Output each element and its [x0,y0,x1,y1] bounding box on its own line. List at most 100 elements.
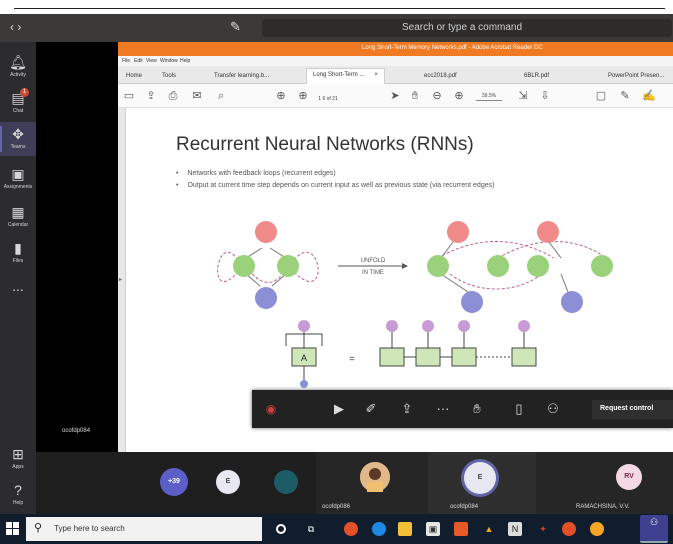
edge-icon[interactable] [372,522,386,536]
tab-long-short-term[interactable]: Long Short-Term ... × [306,68,385,84]
acrobat-side-panel-toggle[interactable]: ▸ [118,108,126,452]
select-cursor-icon[interactable]: ➤ [388,89,402,103]
participant-avatar[interactable]: E [216,470,240,494]
close-icon[interactable]: × [374,72,378,78]
apps-icon: ⊞ [12,446,24,462]
sign-icon[interactable]: ✍ [642,89,656,103]
tab-powerpoint[interactable]: PowerPoint Presen... [602,70,670,84]
menu-file[interactable]: File [122,58,130,64]
participant-tile[interactable]: ocofdp086 [316,452,428,514]
rail-item-apps[interactable]: ⊞ Apps [0,442,36,476]
page-down-icon[interactable]: ⊕ [296,89,310,103]
zoom-in-icon[interactable]: ⊕ [452,89,466,103]
comment-icon[interactable]: ▢ [594,89,608,103]
rail-item-teams[interactable]: ✥ Teams [0,122,36,156]
firefox-icon[interactable] [590,522,604,536]
menu-edit[interactable]: Edit [134,58,143,64]
teams-taskbar-icon[interactable]: ⚇ [640,515,668,543]
file-explorer-icon[interactable] [398,522,412,536]
highlight-icon[interactable]: ✎ [618,89,632,103]
participant-name: ocofdp086 [322,504,351,510]
zoom-level-select[interactable]: 39.5% [476,92,502,101]
participant-avatar[interactable] [274,470,298,494]
chat-icon[interactable]: ▯ [508,399,530,419]
output-node [386,320,398,332]
command-search-text: Search or type a command [402,22,523,33]
tab-transfer-learning[interactable]: Transfer learning.b... [208,70,275,84]
bell-icon: 🔔︎ [9,54,27,70]
store-icon[interactable]: ▣ [426,522,440,536]
upload-icon[interactable]: ⇪ [144,89,158,103]
word-pad-icon[interactable]: N [508,522,522,536]
rnn-chain: A = [285,320,537,388]
output-node [255,221,277,243]
acrobat-icon[interactable] [562,522,576,536]
zoom-out-icon[interactable]: ⊖ [430,89,444,103]
taskbar-search-placeholder: Type here to search [54,524,125,533]
participants-icon[interactable]: ⚇ [542,399,564,419]
acrobat-title: Long Short-Term Memory Networks.pdf - Ad… [362,45,543,51]
hidden-node [591,255,613,277]
zoom-search-icon[interactable]: ⌕ [214,89,228,103]
tab-6blr[interactable]: 6BLR.pdf [518,70,555,84]
participant-name: RAMACHSINA, V.V. [576,504,630,510]
tab-home[interactable]: Home [120,70,148,84]
email-icon[interactable]: ✉ [190,89,204,103]
rail-item-assignments[interactable]: ▣ Assignments [0,162,36,196]
menu-window[interactable]: Window [160,58,178,64]
vlc-icon[interactable]: ▲ [482,522,496,536]
menu-view[interactable]: View [146,58,157,64]
unfold-sublabel: IN TIME [362,270,384,276]
meeting-timer [284,399,310,419]
rnn-cell [415,347,441,367]
equals-sign: = [349,354,355,365]
rail-item-chat[interactable]: ▤ 1 Chat [0,86,36,120]
start-button[interactable] [0,514,26,544]
participant-tile[interactable]: RV RAMACHSINA, V.V. [536,452,673,514]
app-rail: 🔔︎ Activity ▤ 1 Chat ✥ Teams ▣ Assignmen… [0,42,36,514]
rail-item-activity[interactable]: 🔔︎ Activity [0,50,36,84]
chrome-icon[interactable] [344,522,358,536]
share-screen-icon[interactable]: ⇪ [396,399,418,419]
page-number-input[interactable]: 1 6 of 21 [316,92,340,106]
output-node [458,320,470,332]
unread-badge: 1 [20,88,29,97]
request-control-button[interactable]: Request control [592,400,673,419]
hidden-node [427,255,449,277]
overflow-participants-button[interactable]: +39 [160,468,188,496]
tab-tools[interactable]: Tools [156,70,182,84]
taskbar-search[interactable]: ⚲ Type here to search [26,517,262,541]
rail-label: Chat [12,108,24,114]
task-view-icon[interactable]: ⧉ [304,522,318,536]
output-node [537,221,559,243]
rail-item-help[interactable]: ? Help [0,478,36,512]
create-icon[interactable]: ▭ [122,89,136,103]
camera-off-icon[interactable]: ▶︎ [328,399,350,419]
print-icon[interactable]: ⎙ [166,89,180,103]
rnn-cell [511,347,537,367]
hand-icon[interactable]: ✋︎ [408,89,422,103]
help-icon: ? [14,482,22,498]
divider [14,8,665,9]
back-arrow-icon[interactable]: ‹ › [10,20,21,34]
command-search-box[interactable]: Search or type a command [262,19,672,37]
participant-tile[interactable]: E ocofdp084 [428,452,536,514]
app-icon[interactable]: ✦ [536,522,550,536]
fit-page-icon[interactable]: ⇲ [516,89,530,103]
raise-hand-icon[interactable]: ✋︎ [466,399,488,419]
unfold-label: UNFOLD [361,258,386,264]
more-actions-icon[interactable]: ··· [432,399,454,419]
cortana-icon[interactable] [276,524,286,534]
rail-item-files[interactable]: ▮ Files [0,236,36,270]
hidden-node [233,255,255,277]
rail-item-calendar[interactable]: ▦ Calendar [0,200,36,234]
compose-icon[interactable]: ✎ [230,19,241,35]
mic-muted-icon[interactable]: ✐ [360,399,382,419]
tab-ecc2018[interactable]: ecc2018.pdf [418,70,463,84]
app-icon[interactable] [454,522,468,536]
rail-item-more[interactable]: ... [0,274,36,308]
page-up-icon[interactable]: ⊕ [274,89,288,103]
teams-meeting-screen: ‹ › ✎ Search or type a command 🔔︎ Activi… [0,0,673,544]
scroll-mode-icon[interactable]: ⇩ [538,89,552,103]
menu-help[interactable]: Help [180,58,190,64]
